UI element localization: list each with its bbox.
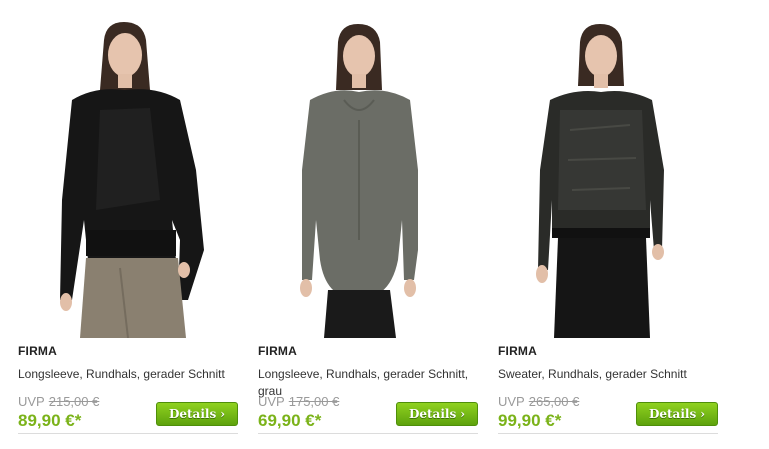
sale-price: 89,90 €* (18, 411, 82, 430)
details-button[interactable]: Details › (156, 402, 238, 426)
chevron-right-icon: › (700, 407, 706, 421)
divider (498, 433, 718, 434)
uvp-label: UVP (498, 394, 525, 409)
old-price: 265,00 € (528, 394, 580, 409)
product-title[interactable]: Sweater, Rundhals, gerader Schnitt (498, 366, 720, 383)
sale-price: 99,90 €* (498, 411, 562, 430)
brand-label[interactable]: FIRMA (18, 344, 57, 358)
uvp-label: UVP (18, 394, 45, 409)
divider (18, 433, 238, 434)
product-image[interactable] (480, 0, 720, 338)
product-card: FIRMA Longsleeve, Rundhals, gerader Schn… (0, 0, 240, 449)
details-button[interactable]: Details › (636, 402, 718, 426)
product-card: FIRMA Sweater, Rundhals, gerader Schnitt… (480, 0, 720, 449)
chevron-right-icon: › (220, 407, 226, 421)
sale-price: 69,90 €* (258, 411, 322, 430)
brand-label[interactable]: FIRMA (258, 344, 297, 358)
details-label: Details (408, 407, 457, 421)
uvp-price: UVP 215,00 € (18, 394, 99, 409)
product-card: FIRMA Longsleeve, Rundhals, gerader Schn… (240, 0, 480, 449)
chevron-right-icon: › (460, 407, 466, 421)
brand-label[interactable]: FIRMA (498, 344, 537, 358)
product-grid: FIRMA Longsleeve, Rundhals, gerader Schn… (0, 0, 769, 449)
old-price: 215,00 € (48, 394, 100, 409)
details-button[interactable]: Details › (396, 402, 478, 426)
divider (258, 433, 478, 434)
product-title[interactable]: Longsleeve, Rundhals, gerader Schnitt (18, 366, 240, 383)
product-image[interactable] (0, 0, 240, 338)
details-label: Details (168, 407, 217, 421)
product-image[interactable] (240, 0, 480, 338)
uvp-price: UVP 175,00 € (258, 394, 339, 409)
uvp-label: UVP (258, 394, 285, 409)
uvp-price: UVP 265,00 € (498, 394, 579, 409)
details-label: Details (648, 407, 697, 421)
old-price: 175,00 € (288, 394, 340, 409)
